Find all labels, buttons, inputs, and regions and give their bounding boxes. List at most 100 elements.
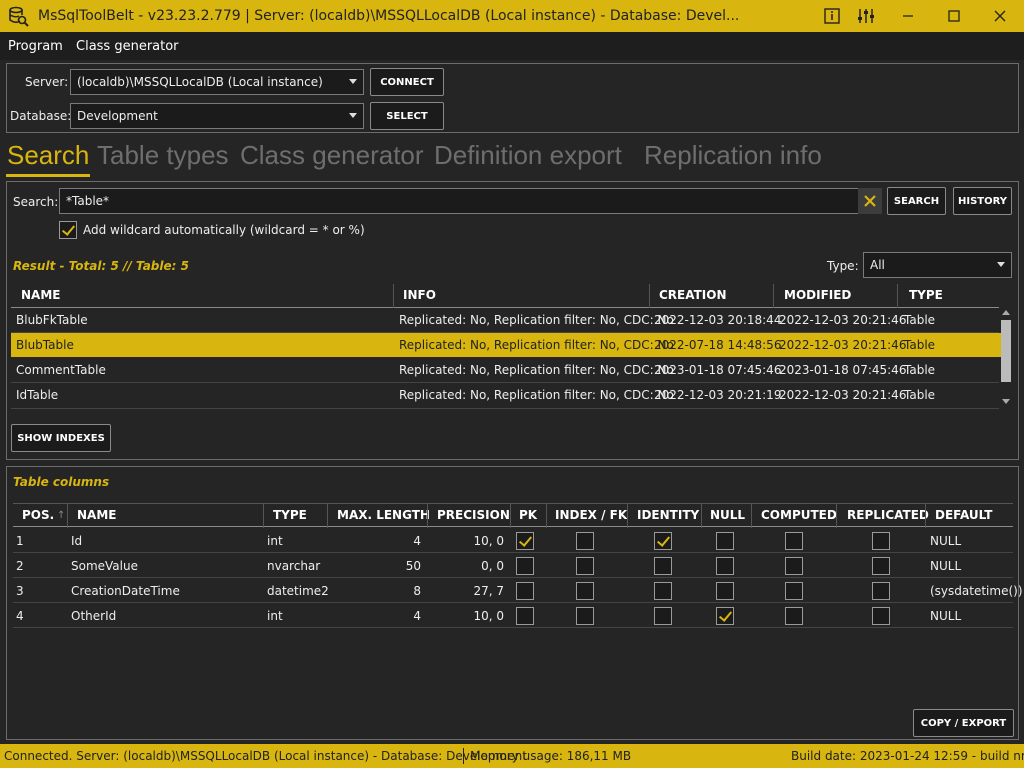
- title-bar: MsSqlToolBelt - v23.23.2.779 | Server: (…: [0, 0, 1024, 32]
- type-select[interactable]: All: [863, 252, 1012, 278]
- header-pk[interactable]: PK: [519, 508, 537, 522]
- result-summary: Result - Total: 5 // Table: 5: [13, 259, 189, 273]
- index-fk-checkbox[interactable]: [576, 532, 594, 550]
- history-button[interactable]: HISTORY: [953, 187, 1012, 215]
- header-identity[interactable]: IDENTITY: [637, 508, 699, 522]
- null-checkbox[interactable]: [716, 582, 734, 600]
- row-creation: 2022-12-03 20:18:44: [654, 313, 782, 327]
- row-type: Table: [904, 313, 936, 327]
- header-modified[interactable]: MODIFIED: [784, 288, 851, 302]
- results-scrollbar[interactable]: [1000, 310, 1012, 406]
- row-divider: [11, 382, 999, 383]
- scroll-down-icon[interactable]: [1002, 399, 1010, 404]
- header-type[interactable]: TYPE: [909, 288, 943, 302]
- replicated-checkbox[interactable]: [872, 532, 890, 550]
- status-divider: [463, 748, 464, 764]
- server-select[interactable]: (localdb)\MSSQLLocalDB (Local instance): [70, 69, 364, 95]
- clear-search-icon[interactable]: [858, 188, 882, 214]
- computed-checkbox[interactable]: [785, 532, 803, 550]
- column-divider: [925, 504, 926, 528]
- minimize-icon[interactable]: [893, 0, 923, 32]
- table-row[interactable]: IdTable Replicated: No, Replication filt…: [11, 383, 1001, 407]
- database-select[interactable]: Development: [70, 103, 364, 129]
- tab-search[interactable]: Search: [7, 140, 89, 171]
- table-row[interactable]: CommentTable Replicated: No, Replication…: [11, 358, 1001, 382]
- row-name: CommentTable: [16, 363, 106, 377]
- pk-checkbox[interactable]: [516, 607, 534, 625]
- cell-type: int: [267, 609, 283, 623]
- header-max-length[interactable]: MAX. LENGTH: [337, 508, 430, 522]
- computed-checkbox[interactable]: [785, 582, 803, 600]
- info-icon[interactable]: [817, 0, 847, 32]
- table-row[interactable]: 2 SomeValue nvarchar 50 0, 0 NULL: [13, 554, 1013, 578]
- cell-type: datetime2: [267, 584, 329, 598]
- select-button[interactable]: SELECT: [370, 102, 444, 130]
- computed-checkbox[interactable]: [785, 557, 803, 575]
- header-null[interactable]: NULL: [710, 508, 745, 522]
- close-icon[interactable]: [985, 0, 1015, 32]
- row-name: BlubTable: [16, 338, 74, 352]
- table-row[interactable]: 3 CreationDateTime datetime2 8 27, 7 (sy…: [13, 579, 1023, 603]
- identity-checkbox[interactable]: [654, 557, 672, 575]
- header-index-fk[interactable]: INDEX / FK: [555, 508, 627, 522]
- header-info[interactable]: INFO: [403, 288, 436, 302]
- tab-table-types[interactable]: Table types: [97, 140, 229, 171]
- identity-checkbox[interactable]: [654, 532, 672, 550]
- status-build: Build date: 2023-01-24 12:59 - build nr.…: [791, 749, 1024, 763]
- replicated-checkbox[interactable]: [872, 557, 890, 575]
- settings-sliders-icon[interactable]: [851, 0, 881, 32]
- table-row[interactable]: 4 OtherId int 4 10, 0 NULL: [13, 604, 1013, 628]
- menu-bar: Program Class generator: [0, 32, 1024, 60]
- header-replicated[interactable]: REPLICATED: [847, 508, 929, 522]
- index-fk-checkbox[interactable]: [576, 607, 594, 625]
- header-type[interactable]: TYPE: [273, 508, 307, 522]
- header-name[interactable]: NAME: [21, 288, 60, 302]
- table-row[interactable]: 1 Id int 4 10, 0 NULL: [13, 529, 1013, 553]
- show-indexes-button[interactable]: SHOW INDEXES: [11, 424, 111, 452]
- row-divider: [11, 332, 999, 333]
- table-row-selected[interactable]: BlubTable Replicated: No, Replication fi…: [11, 333, 1001, 357]
- cell-max-length: 50: [405, 559, 421, 573]
- wildcard-checkbox[interactable]: [59, 221, 77, 239]
- computed-checkbox[interactable]: [785, 607, 803, 625]
- header-creation[interactable]: CREATION: [659, 288, 727, 302]
- status-memory: Memory usage: 186,11 MB: [470, 749, 632, 763]
- replicated-checkbox[interactable]: [872, 582, 890, 600]
- null-checkbox[interactable]: [716, 557, 734, 575]
- null-checkbox[interactable]: [716, 607, 734, 625]
- pk-checkbox[interactable]: [516, 582, 534, 600]
- null-checkbox[interactable]: [716, 532, 734, 550]
- header-default[interactable]: DEFAULT: [935, 508, 993, 522]
- cell-max-length: 4: [413, 534, 421, 548]
- tab-replication-info[interactable]: Replication info: [644, 140, 822, 171]
- index-fk-checkbox[interactable]: [576, 582, 594, 600]
- menu-item-class-generator[interactable]: Class generator: [76, 39, 179, 54]
- menu-item-program[interactable]: Program: [8, 39, 63, 54]
- search-input[interactable]: *Table*: [59, 188, 859, 214]
- tab-class-generator[interactable]: Class generator: [240, 140, 424, 171]
- copy-export-button[interactable]: COPY / EXPORT: [913, 709, 1014, 737]
- connect-button[interactable]: CONNECT: [370, 68, 444, 96]
- header-name[interactable]: NAME: [77, 508, 116, 522]
- pk-checkbox[interactable]: [516, 557, 534, 575]
- scroll-up-icon[interactable]: [1002, 310, 1010, 315]
- header-pos[interactable]: POS.: [22, 508, 54, 522]
- row-info: Replicated: No, Replication filter: No, …: [399, 363, 674, 377]
- row-divider: [11, 408, 999, 409]
- pk-checkbox[interactable]: [516, 532, 534, 550]
- index-fk-checkbox[interactable]: [576, 557, 594, 575]
- scrollbar-thumb[interactable]: [1001, 320, 1011, 382]
- tab-definition-export[interactable]: Definition export: [434, 140, 622, 171]
- identity-checkbox[interactable]: [654, 607, 672, 625]
- header-precision[interactable]: PRECISION: [437, 508, 510, 522]
- identity-checkbox[interactable]: [654, 582, 672, 600]
- column-divider: [649, 284, 650, 308]
- header-computed[interactable]: COMPUTED: [761, 508, 837, 522]
- search-button[interactable]: SEARCH: [887, 187, 946, 215]
- maximize-icon[interactable]: [939, 0, 969, 32]
- cell-type: nvarchar: [267, 559, 321, 573]
- cell-pos: 4: [16, 609, 24, 623]
- column-divider: [67, 504, 68, 528]
- replicated-checkbox[interactable]: [872, 607, 890, 625]
- table-row[interactable]: BlubFkTable Replicated: No, Replication …: [11, 308, 1001, 332]
